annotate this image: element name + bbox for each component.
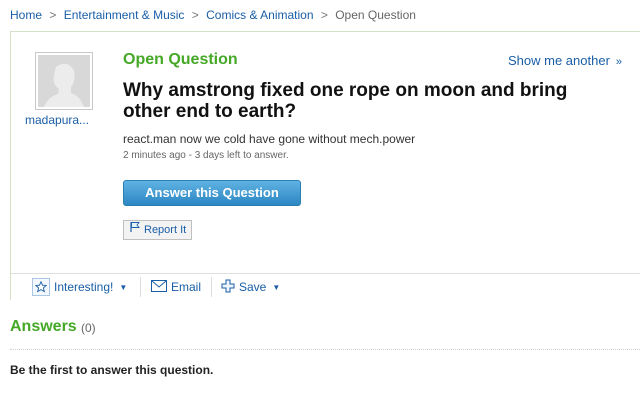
show-me-another-link[interactable]: Show me another »: [508, 53, 622, 68]
flag-icon: [129, 221, 141, 239]
breadcrumb-entertainment-link[interactable]: Entertainment & Music: [64, 8, 185, 22]
show-me-another-label: Show me another: [508, 53, 610, 68]
breadcrumb-current: Open Question: [335, 8, 416, 22]
breadcrumb-home-link[interactable]: Home: [10, 8, 42, 22]
caret-down-icon: ▼: [272, 282, 281, 292]
breadcrumb-separator: >: [49, 8, 57, 22]
interesting-label: Interesting!: [54, 280, 114, 294]
author-name-link[interactable]: madapura...: [25, 113, 89, 127]
double-chevron-right-icon: »: [615, 56, 623, 68]
question-status-label: Open Question: [123, 51, 238, 68]
question-toolbar: Interesting! ▼ Email Save ▼: [11, 274, 640, 300]
question-details: react.man now we cold have gone without …: [123, 132, 416, 146]
avatar[interactable]: [35, 52, 93, 110]
report-button[interactable]: Report It: [123, 220, 193, 240]
user-silhouette-icon: [38, 55, 90, 107]
breadcrumb-separator: >: [191, 8, 199, 22]
email-label: Email: [171, 280, 202, 294]
save-label: Save: [239, 280, 267, 294]
breadcrumb-comics-link[interactable]: Comics & Animation: [206, 8, 313, 22]
empty-answers-message: Be the first to answer this question.: [10, 363, 214, 377]
interesting-button[interactable]: Interesting! ▼: [32, 278, 127, 296]
plus-icon: [221, 279, 235, 296]
breadcrumb-separator: >: [320, 8, 328, 22]
question-title: Why amstrong fixed one rope on moon and …: [123, 80, 568, 122]
star-icon: [32, 278, 50, 296]
answers-divider: [10, 349, 640, 350]
breadcrumb: Home > Entertainment & Music > Comics & …: [10, 8, 416, 22]
answers-count: (0): [81, 321, 96, 335]
answer-question-button[interactable]: Answer this Question: [123, 180, 301, 206]
caret-down-icon: ▼: [119, 282, 128, 292]
answers-heading: Answers: [10, 318, 77, 335]
question-meta: 2 minutes ago - 3 days left to answer.: [123, 150, 289, 161]
question-panel: madapura... Open Question Show me anothe…: [10, 31, 640, 300]
toolbar-divider: [140, 277, 141, 297]
email-button[interactable]: Email: [151, 278, 201, 296]
envelope-icon: [151, 279, 167, 295]
report-button-label: Report It: [144, 224, 187, 236]
toolbar-divider: [211, 277, 212, 297]
save-button[interactable]: Save ▼: [221, 278, 280, 296]
